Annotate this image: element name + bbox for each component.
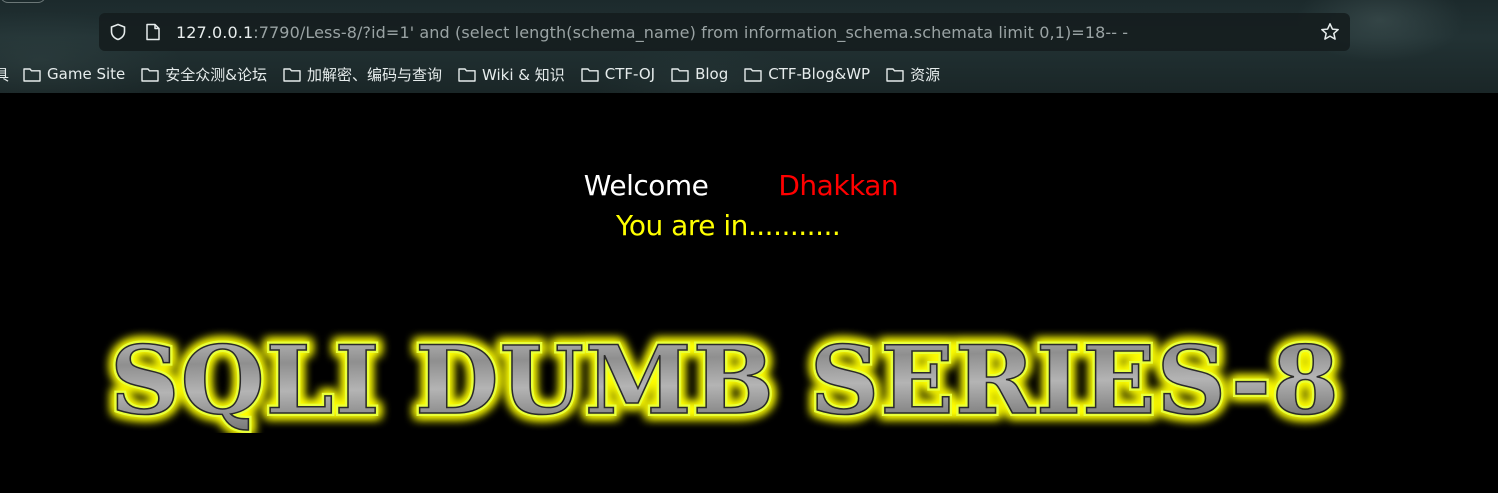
bookmark-label: 安全众测&论坛 <box>165 65 267 84</box>
welcome-name: Dhakkan <box>778 169 899 202</box>
bookmark-star-icon[interactable] <box>1320 22 1340 42</box>
welcome-text: Welcome <box>583 169 709 202</box>
bookmark-label: CTF-Blog&WP <box>768 65 871 83</box>
result-message: You are in........... <box>616 209 841 242</box>
bookmark-label: Wiki & 知识 <box>481 65 565 84</box>
folder-icon <box>671 67 689 82</box>
folder-icon <box>458 67 476 82</box>
tab-strip-edge[interactable] <box>0 0 46 3</box>
browser-chrome: 127.0.0.1:7790/Less-8/?id=1' and (select… <box>0 0 1498 93</box>
bookmark-folder-wiki[interactable]: Wiki & 知识 <box>458 64 565 85</box>
page-content: Welcome Dhakkan You are in........... SQL… <box>0 93 1498 493</box>
bookmark-folder-ctf-oj[interactable]: CTF-OJ <box>581 65 655 83</box>
url-path: :7790/Less-8/?id=1' and (select length(s… <box>253 23 1129 42</box>
bookmark-label: CTF-OJ <box>604 65 656 83</box>
bookmark-label: Game Site <box>47 65 126 83</box>
bookmark-label: Blog <box>695 65 729 83</box>
folder-icon <box>744 67 762 82</box>
banner-title: SQLI DUMB SERIES-8 <box>110 326 1340 433</box>
banner-image: SQLI DUMB SERIES-8 SQLI DUMB SERIES-8 SQ… <box>105 323 1344 433</box>
url-host: 127.0.0.1 <box>176 23 254 42</box>
bookmark-folder-ctf-blog-wp[interactable]: CTF-Blog&WP <box>744 65 870 83</box>
bookmark-label: 加解密、编码与查询 <box>306 65 442 84</box>
folder-icon <box>581 67 599 82</box>
shield-icon[interactable] <box>109 23 127 41</box>
address-bar[interactable]: 127.0.0.1:7790/Less-8/?id=1' and (select… <box>99 13 1350 51</box>
folder-icon <box>283 67 301 82</box>
url-input[interactable]: 127.0.0.1:7790/Less-8/?id=1' and (select… <box>176 23 1128 42</box>
folder-icon <box>23 67 41 82</box>
folder-icon <box>141 67 159 82</box>
welcome-line: Welcome Dhakkan <box>0 169 1498 202</box>
bookmark-folder-game-site[interactable]: Game Site <box>23 65 125 83</box>
bookmark-folder-security-forum[interactable]: 安全众测&论坛 <box>141 64 267 85</box>
bookmark-folder-resources[interactable]: 资源 <box>886 64 940 85</box>
folder-icon <box>886 67 904 82</box>
page-icon <box>146 23 160 41</box>
bookmark-item-truncated[interactable]: 具 <box>0 64 9 85</box>
bookmarks-toolbar: 具 Game Site 安全众测&论坛 加解密、编码与查询 Wiki & 知识 … <box>0 62 956 86</box>
bookmark-folder-crypto-encoding[interactable]: 加解密、编码与查询 <box>283 64 442 85</box>
bookmark-label: 资源 <box>910 65 941 84</box>
bookmark-folder-blog[interactable]: Blog <box>671 65 728 83</box>
